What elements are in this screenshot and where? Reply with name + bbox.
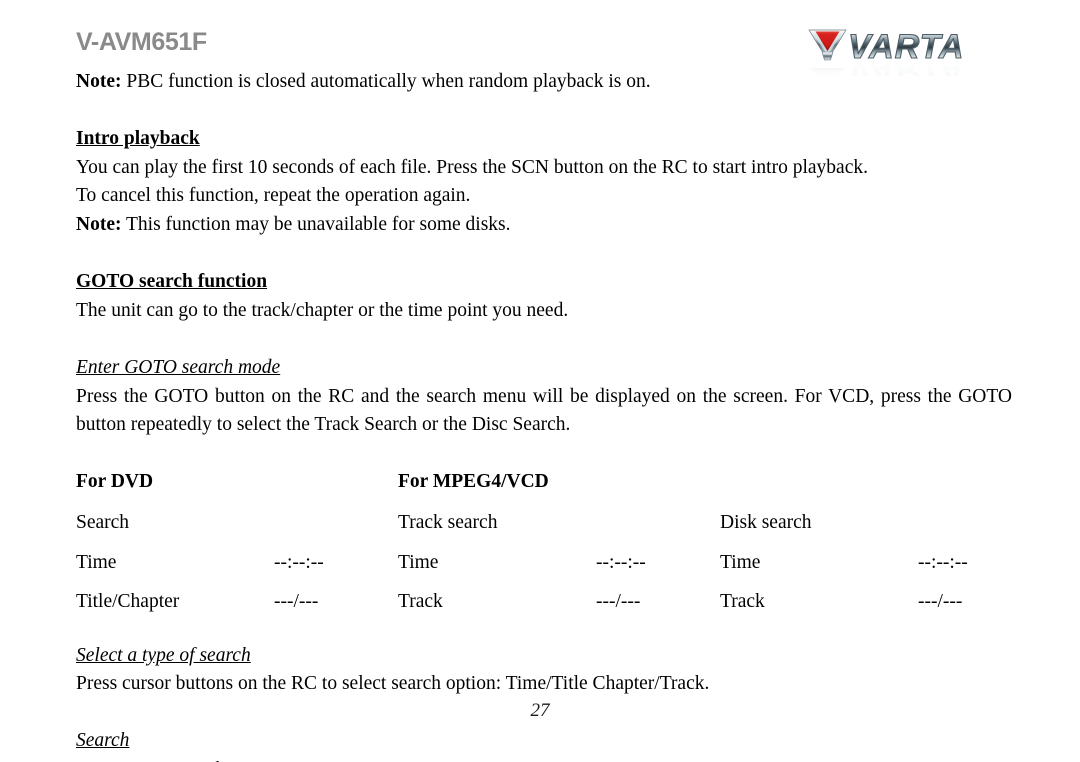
intro-note-label: Note: <box>76 213 122 235</box>
row-1-mpeg-label: Track <box>398 591 443 613</box>
header-for-dvd-value <box>274 468 398 509</box>
row-0-mpeg-value: --:--:-- <box>596 551 646 573</box>
varta-emblem-icon <box>808 29 847 61</box>
intro-playback-note: Note: This function may be unavailable f… <box>76 211 1012 240</box>
note-pbc-label: Note: <box>76 71 122 92</box>
header-for-mpeg4-vcd: For MPEG4/VCD <box>398 471 549 493</box>
select-type-paragraph: Press cursor buttons on the RC to select… <box>76 673 710 695</box>
subheader-track-search: Track search <box>398 511 498 533</box>
row-0-mpeg-label: Time <box>398 551 439 573</box>
page-body: Note: PBC function is closed automatical… <box>76 68 1012 762</box>
goto-search-line-1: The unit can go to the track/chapter or … <box>76 299 569 321</box>
row-1-dvd-value: ---/--- <box>274 591 319 613</box>
row-0-disk-value: --:--:-- <box>918 551 968 573</box>
row-0-dvd-value: --:--:-- <box>274 551 324 573</box>
row-1-disk-value: ---/--- <box>918 591 963 613</box>
subheader-search-value <box>274 509 398 549</box>
row-1-mpeg-value: ---/--- <box>596 591 641 613</box>
bullet-for-time-search: For time search <box>104 756 225 762</box>
subheader-disk-search: Disk search <box>720 511 812 533</box>
goto-search-heading-row: GOTO search function <box>76 268 1012 297</box>
intro-playback-line-2: To cancel this function, repeat the oper… <box>76 185 471 207</box>
table-row-headers: For DVD For MPEG4/VCD <box>76 468 1042 509</box>
page-header: V-AVM651F VARTA VARTA <box>0 0 1080 76</box>
note-pbc-text: PBC function is closed automatically whe… <box>121 71 651 92</box>
header-third-column <box>720 468 918 509</box>
select-type-heading-row: Select a type of search <box>76 642 1012 671</box>
page-title: V-AVM651F <box>76 28 207 56</box>
table-row: Title/Chapter ---/--- Track ---/--- Trac… <box>76 588 1042 628</box>
enter-goto-paragraph: Press the GOTO button on the RC and the … <box>76 385 1017 436</box>
row-1-dvd-label: Title/Chapter <box>76 591 180 613</box>
search-heading: Search <box>76 730 130 752</box>
row-0-dvd-label: Time <box>76 551 117 573</box>
header-third-column-value <box>918 468 1042 509</box>
enter-goto-heading: Enter GOTO search mode <box>76 356 281 378</box>
subheader-disk-search-value <box>918 509 1042 549</box>
goto-search-heading: GOTO search function <box>76 271 268 293</box>
page-number: 27 <box>530 700 550 721</box>
row-0-disk-label: Time <box>720 551 761 573</box>
table-row-subheaders: Search Track search Disk search <box>76 509 1042 549</box>
select-type-heading: Select a type of search <box>76 644 251 666</box>
search-heading-row: Search <box>76 727 1012 756</box>
intro-playback-line-1: You can play the first 10 seconds of eac… <box>76 156 868 178</box>
search-options-table: For DVD For MPEG4/VCD Search Track searc… <box>76 468 1042 627</box>
bullet-dot-icon: • <box>76 757 104 762</box>
intro-note-text: This function may be unavailable for som… <box>121 213 511 235</box>
subheader-track-search-value <box>596 509 720 549</box>
enter-goto-heading-row: Enter GOTO search mode <box>76 354 1012 383</box>
intro-playback-heading: Intro playback <box>76 128 200 150</box>
header-for-mpeg4-vcd-value <box>596 468 720 509</box>
row-1-disk-label: Track <box>720 591 765 613</box>
document-page: V-AVM651F VARTA VARTA Note: PBC function… <box>0 0 1080 762</box>
page-footer: 27 <box>0 700 1080 722</box>
table-row: Time --:--:-- Time --:--:-- Time --:--:-… <box>76 549 1042 589</box>
header-for-dvd: For DVD <box>76 471 154 493</box>
note-pbc-paragraph: Note: PBC function is closed automatical… <box>76 68 1012 97</box>
intro-playback-heading-row: Intro playback <box>76 125 1012 154</box>
bullet-list-item: • For time search <box>76 756 1012 762</box>
subheader-search: Search <box>76 511 130 533</box>
